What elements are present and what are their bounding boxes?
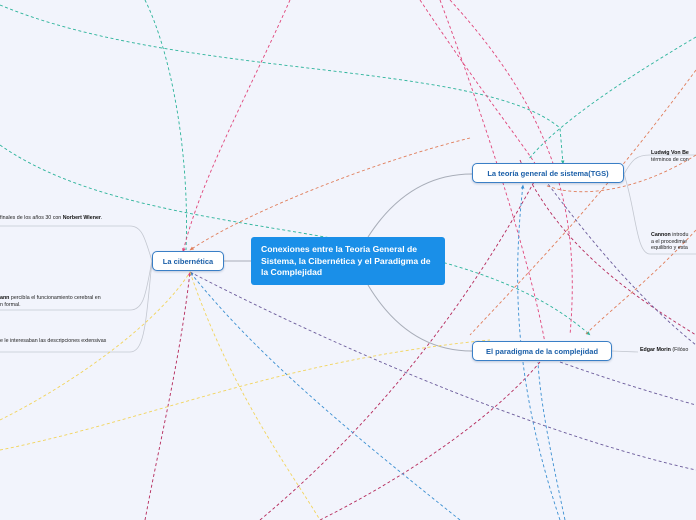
link-crimson-3 [319, 361, 541, 520]
link-magenta-1 [182, 0, 291, 253]
leaf-comp-1[interactable]: Edgar Morin (Filóso [640, 347, 688, 354]
link-purple-2 [559, 361, 696, 406]
link-teal-right [527, 36, 696, 161]
link-purple-1 [189, 271, 696, 471]
link-magenta-2 [419, 0, 537, 166]
link-crimson-1 [144, 271, 192, 520]
link-teal-top [0, 4, 565, 165]
node-cibernetica[interactable]: La cibernética [152, 251, 224, 271]
link-yellow-3 [189, 271, 321, 520]
node-cibernetica-label: La cibernética [162, 256, 214, 266]
leaf-cib-1-pre: finales de los años 30 con [0, 215, 63, 221]
link-orange-2 [189, 137, 471, 251]
node-paradigma-complejidad[interactable]: El paradigma de la complejidad [472, 341, 612, 361]
leaf-cib-3-text: e le interesaban las descripciones exten… [0, 338, 107, 344]
connector-central-to-tgs [367, 173, 473, 238]
leaf-cib-2-text: percibía el funcionamiento cerebral en [9, 295, 101, 301]
link-blue-3 [537, 361, 566, 520]
connector-cib-leaf-1 [0, 225, 153, 262]
leaf-cib-1-post: . [100, 215, 103, 221]
central-topic[interactable]: Conexiones entre la Teoria General de Si… [251, 237, 445, 285]
link-teal-cib-top [144, 0, 187, 251]
node-tgs-label: La teoría general de sistema(TGS) [487, 168, 609, 178]
leaf-tgs-1-name: Ludwig Von Be [651, 150, 689, 156]
leaf-tgs-2[interactable]: Cannon introdu a el procedimie equilibri… [651, 232, 688, 252]
leaf-comp-1-name: Edgar Morin [640, 347, 671, 353]
leaf-tgs-2-line2: a el procedimie [651, 238, 687, 245]
leaf-tgs-2-line3: equilibrio y esta [651, 245, 688, 252]
leaf-comp-1-text: (Filóso [670, 347, 689, 353]
leaf-cib-3[interactable]: e le interesaban las descripciones exten… [0, 338, 106, 345]
connector-comp-leaf-1 [611, 350, 639, 353]
connector-central-to-complejidad [367, 284, 473, 352]
leaf-cib-1[interactable]: finales de los años 30 con Norbert Wiene… [0, 215, 102, 222]
leaf-cib-1-name: Norbert Wiener [62, 215, 101, 221]
leaf-tgs-1[interactable]: Ludwig Von Be términos de con [651, 150, 689, 163]
leaf-tgs-2-name: Cannon [651, 232, 671, 238]
node-teoria-general-de-sistema[interactable]: La teoría general de sistema(TGS) [472, 163, 624, 183]
link-yellow-1 [0, 339, 491, 451]
link-purple-3 [544, 179, 696, 346]
leaf-cib-2[interactable]: ann percibía el funcionamiento cerebral … [0, 295, 101, 308]
node-complejidad-label: El paradigma de la complejidad [485, 346, 599, 356]
leaf-tgs-2-text: introdu [670, 232, 689, 238]
leaf-cib-2-name: ann [0, 295, 10, 301]
leaf-tgs-1-line2: términos de con [651, 156, 689, 163]
leaf-cib-2-line2: n formal. [0, 301, 21, 308]
link-blue-1 [189, 271, 461, 520]
